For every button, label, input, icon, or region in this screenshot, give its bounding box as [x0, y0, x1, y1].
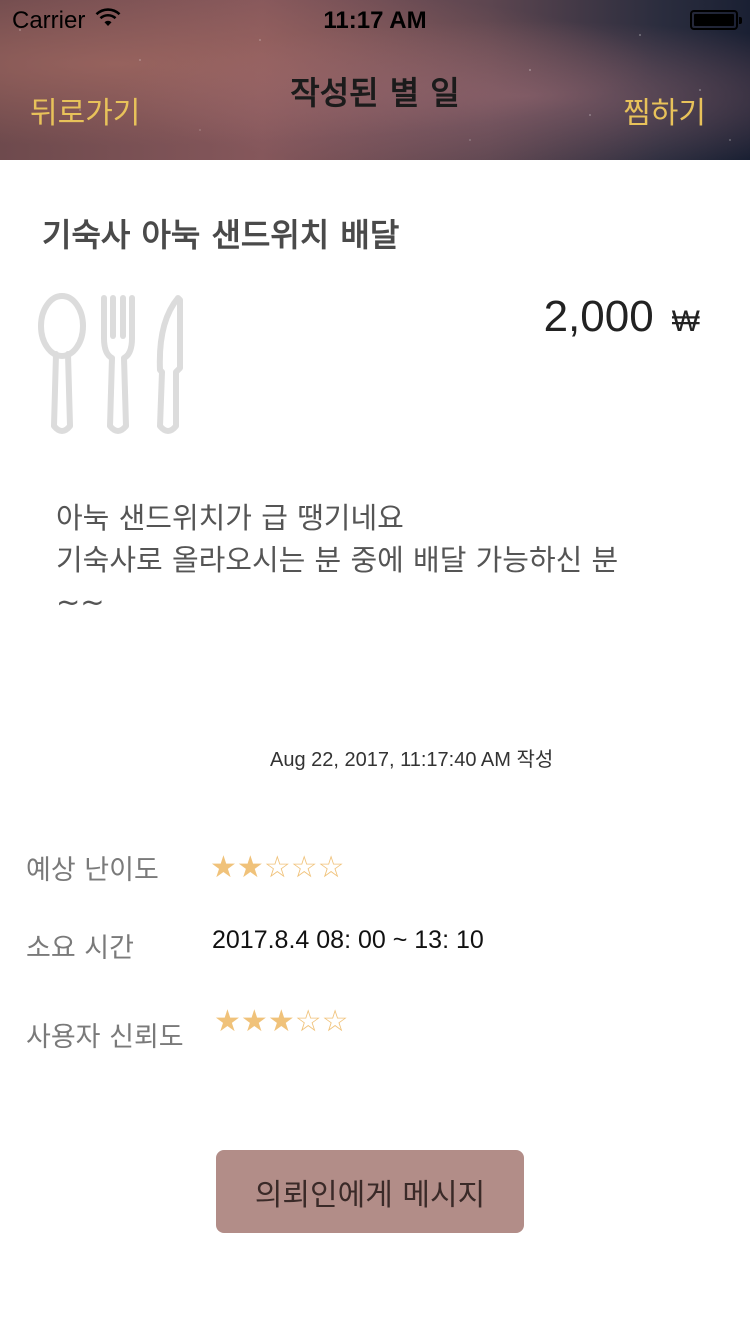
star-filled-icon: ★: [210, 850, 237, 885]
post-timestamp: Aug 22, 2017, 11:17:40 AM 작성: [270, 749, 554, 771]
star-filled-icon: ★: [214, 1004, 241, 1039]
difficulty-rating: ★★☆☆☆: [210, 850, 345, 885]
post-description: 아눅 샌드위치가 급 땡기네요 기숙사로 올라오시는 분 중에 배달 가능하신 …: [56, 501, 619, 619]
currency-symbol: ₩: [671, 305, 700, 338]
header-banner: Carrier 11:17 AM 뒤로가기 작성된 별 일 찜하기: [0, 0, 750, 160]
status-time: 11:17 AM: [323, 7, 427, 34]
favorite-button[interactable]: 찜하기: [623, 88, 706, 132]
status-bar: Carrier 11:17 AM: [0, 0, 750, 40]
star-empty-icon: ☆: [290, 850, 318, 885]
star-empty-icon: ☆: [321, 1004, 349, 1039]
time-value: 2017.8.4 08: 00 ~ 13: 10: [212, 926, 484, 954]
price-value: 2,000: [543, 292, 654, 341]
star-filled-icon: ★: [240, 1004, 268, 1039]
price-display: 2,000 ₩: [544, 292, 700, 342]
message-requester-button[interactable]: 의뢰인에게 메시지: [216, 1150, 524, 1233]
star-empty-icon: ☆: [294, 1004, 322, 1039]
post-title: 기숙사 아눅 샌드위치 배달: [42, 216, 400, 254]
time-label: 소요 시간: [26, 933, 134, 964]
star-empty-icon: ☆: [263, 850, 291, 885]
star-empty-icon: ☆: [317, 850, 345, 885]
difficulty-label: 예상 난이도: [26, 855, 159, 886]
trust-label: 사용자 신뢰도: [26, 1022, 184, 1053]
star-filled-icon: ★: [236, 850, 264, 885]
trust-rating: ★★★☆☆: [214, 1004, 349, 1039]
utensils-icon: [36, 292, 188, 444]
battery-icon: [690, 10, 742, 30]
star-filled-icon: ★: [267, 1004, 295, 1039]
